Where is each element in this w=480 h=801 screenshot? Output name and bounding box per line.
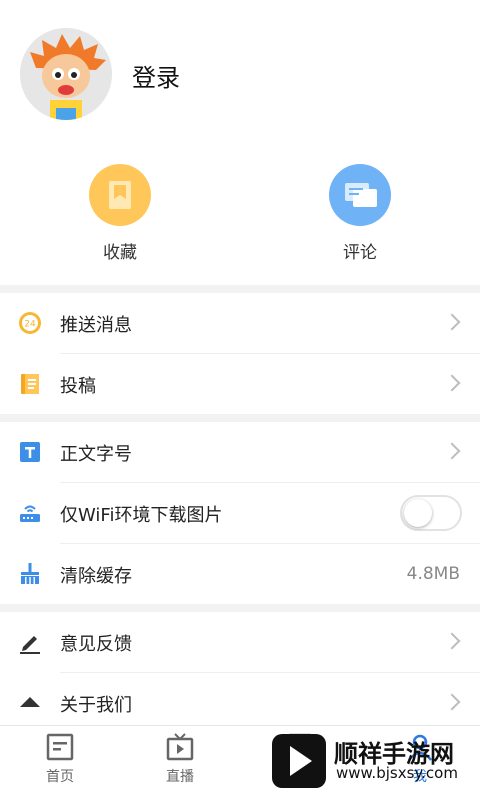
- router-icon: [18, 501, 42, 525]
- menu-item-wifi-images: 仅WiFi环境下载图片: [0, 483, 480, 544]
- section-divider: [0, 604, 480, 612]
- toggle-knob: [404, 499, 432, 527]
- chevron-right-icon: [443, 693, 461, 711]
- menu-item-feedback[interactable]: 意见反馈: [0, 612, 480, 673]
- notebook-icon: [18, 372, 42, 396]
- watermark-url: www.bjsxsy.com: [336, 764, 458, 782]
- wifi-only-toggle[interactable]: [400, 495, 462, 531]
- menu-item-clear-cache[interactable]: 清除缓存 4.8MB: [0, 544, 480, 605]
- cache-size: 4.8MB: [406, 564, 460, 584]
- chevron-right-icon: [443, 442, 461, 460]
- tab-label: 直播: [166, 769, 194, 785]
- comment-icon: [329, 164, 391, 226]
- tab-live[interactable]: 直播: [120, 732, 240, 786]
- menu-label: 意见反馈: [60, 634, 132, 655]
- font-size-icon: [18, 440, 42, 464]
- chevron-right-icon: [443, 632, 461, 650]
- section-divider: [0, 414, 480, 422]
- chevron-right-icon: [443, 374, 461, 392]
- broom-icon: [18, 562, 42, 586]
- menu-label: 清除缓存: [60, 566, 132, 587]
- menu-item-font-size[interactable]: 正文字号: [0, 422, 480, 483]
- favorites-label: 收藏: [103, 243, 137, 263]
- push-24-icon: 24: [18, 311, 42, 335]
- menu-label: 正文字号: [60, 444, 132, 465]
- about-icon: [18, 691, 42, 715]
- menu-label: 投稿: [60, 376, 96, 397]
- tab-home[interactable]: 首页: [0, 732, 120, 786]
- avatar[interactable]: [20, 28, 112, 120]
- bookmark-icon: [89, 164, 151, 226]
- tab-label: 首页: [46, 769, 74, 785]
- menu-label: 仅WiFi环境下载图片: [60, 505, 223, 526]
- comments-button[interactable]: 评论: [300, 164, 420, 263]
- pen-icon: [18, 630, 42, 654]
- menu-label: 关于我们: [60, 695, 132, 716]
- menu-item-push[interactable]: 24 推送消息: [0, 293, 480, 354]
- favorites-button[interactable]: 收藏: [60, 164, 180, 263]
- svg-text:24: 24: [24, 320, 36, 330]
- watermark: 顺祥手游网 www.bjsxsy.com: [270, 732, 480, 792]
- news-icon: [45, 732, 75, 762]
- watermark-logo-icon: [272, 734, 326, 788]
- tv-icon: [165, 732, 195, 762]
- menu-label: 推送消息: [60, 315, 132, 336]
- profile-header: 登录 收藏 评论: [0, 0, 480, 285]
- section-divider: [0, 285, 480, 293]
- menu-item-submit[interactable]: 投稿: [0, 354, 480, 415]
- login-link[interactable]: 登录: [132, 58, 180, 93]
- comments-label: 评论: [343, 243, 377, 263]
- chevron-right-icon: [443, 313, 461, 331]
